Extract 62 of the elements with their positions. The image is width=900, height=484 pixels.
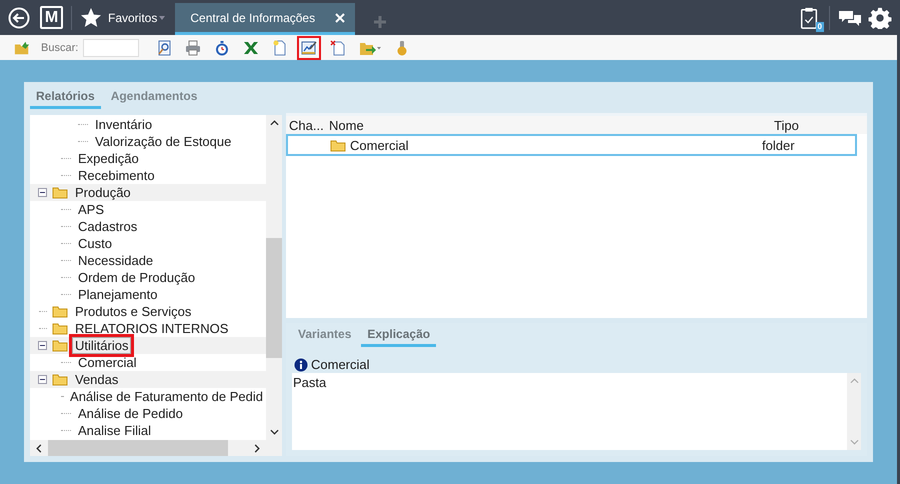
detail-title: Comercial [311,357,370,372]
panel-tab[interactable]: Relatórios [30,85,101,109]
open-folder-icon[interactable] [14,40,30,56]
tree-item[interactable]: APS [75,201,108,218]
stopwatch-icon[interactable] [214,40,230,56]
scroll-up-icon[interactable] [270,120,278,126]
tree-item[interactable]: Utilitários [72,337,132,354]
scrollbar-thumb[interactable] [266,238,282,358]
row-type: folder [761,138,796,152]
star-icon[interactable] [80,6,102,28]
settings-icon[interactable] [868,6,892,28]
folder-icon [52,339,68,352]
scrollbar-thumb[interactable] [48,440,228,456]
tree-item[interactable]: Recebimento [75,167,158,184]
folder-icon [52,373,68,386]
document-tab[interactable]: Central de Informações [175,3,356,35]
tree-item[interactable]: Produtos e Serviços [72,303,194,320]
back-icon[interactable] [8,6,30,28]
tree-item[interactable]: Planejamento [75,286,160,303]
tree-item[interactable]: Custo [75,235,115,252]
list-row[interactable]: Comercial folder [286,134,857,156]
search-label: Buscar: [41,42,78,54]
delete-document-icon[interactable] [330,40,346,56]
tree-item[interactable]: RELATORIOS INTERNOS [72,320,232,337]
row-name: Comercial [350,138,409,152]
tree-item[interactable]: Comercial [75,354,140,371]
tree-item[interactable]: Cadastros [75,218,140,235]
tree-item[interactable]: Analise Filial [75,422,154,439]
scroll-down-icon[interactable] [270,429,278,435]
scroll-right-icon[interactable] [254,444,260,452]
new-document-icon[interactable] [272,40,288,56]
close-icon[interactable] [335,12,346,22]
edit-report-icon[interactable] [301,40,318,56]
tree-item[interactable]: Necessidade [75,252,156,269]
collapse-icon[interactable] [38,375,47,384]
tree-item[interactable]: Inventário [92,116,156,133]
tree-item[interactable]: Valorização de Estoque [92,133,234,150]
preview-icon[interactable] [156,40,172,56]
collapse-icon[interactable] [38,188,47,197]
description-text: Pasta [292,374,328,390]
spreadsheet-icon[interactable] [243,40,260,56]
search-field[interactable] [83,38,140,56]
info-icon [294,358,308,372]
tab-title: Central de Informações [190,10,316,24]
column-header[interactable]: Nome [326,118,771,132]
app-logo[interactable]: M [40,6,63,29]
collapse-icon[interactable] [38,341,47,350]
tree-item[interactable]: Ordem de Produção [75,269,198,286]
column-header[interactable]: Tipo [771,118,867,132]
tree-item[interactable]: Análise de Pedido [75,405,186,422]
caret-icon [159,16,166,20]
favorites-menu[interactable]: Favoritos [108,10,158,24]
panel-tab[interactable]: Explicação [361,323,436,347]
folder-icon [52,186,68,199]
folder-icon [52,305,68,318]
tree-item[interactable]: Expedição [75,150,142,167]
tree-item[interactable]: Análise de Faturamento de Pedid [67,388,266,405]
folder-icon [330,138,346,152]
scroll-left-icon[interactable] [36,444,42,452]
folder-icon [52,322,68,335]
printer-icon[interactable] [185,40,202,56]
column-header[interactable]: Cha... [286,118,326,132]
